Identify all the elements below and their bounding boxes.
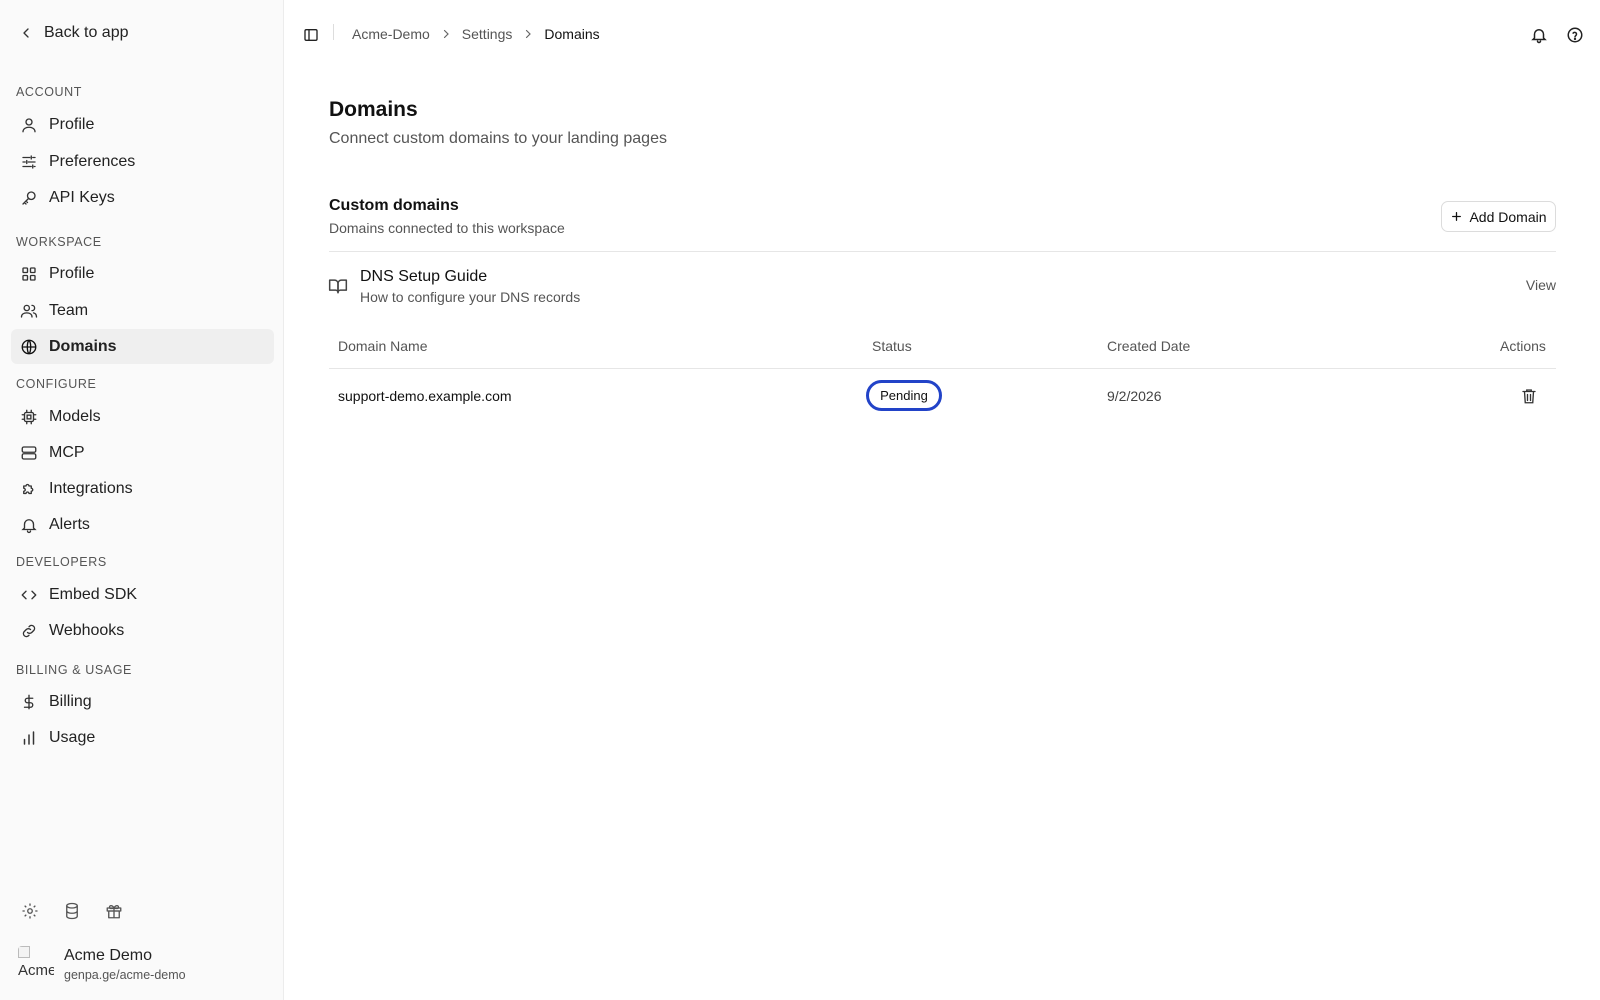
status-label: Pending (880, 388, 928, 403)
bell-icon (19, 515, 39, 535)
puzzle-icon (19, 479, 39, 499)
dns-guide-title: DNS Setup Guide (360, 268, 488, 285)
table-header-status: Status (872, 338, 912, 354)
sliders-icon (19, 152, 39, 172)
sidebar-item-label: Profile (49, 115, 95, 133)
back-to-app-link[interactable]: Back to app (18, 24, 129, 42)
breadcrumb-item-workspace[interactable]: Acme-Demo (352, 26, 430, 42)
custom-domains-title: Custom domains (329, 197, 459, 214)
chevron-left-icon (23, 28, 29, 38)
table-header-created: Created Date (1107, 338, 1191, 354)
sidebar-toggle-icon[interactable] (303, 27, 319, 43)
custom-domains-subtitle: Domains connected to this workspace (329, 220, 565, 236)
topbar-actions (1530, 26, 1584, 44)
toolbar-divider (333, 24, 334, 40)
domain-name-cell: support-demo.example.com (338, 388, 512, 404)
grid-icon (19, 264, 39, 284)
sidebar-item-label: Billing (49, 692, 92, 710)
user-name: Acme Demo (64, 947, 153, 964)
section-label-account: ACCOUNT (16, 85, 83, 99)
avatar-alt-text: Acme (18, 962, 54, 979)
bar-chart-icon (19, 728, 39, 748)
sidebar-item-label: API Keys (49, 188, 115, 206)
sidebar-item-label: MCP (49, 443, 85, 461)
sidebar-item-label: Usage (49, 728, 96, 746)
sidebar-item-alerts[interactable]: Alerts (11, 507, 274, 542)
add-domain-button[interactable]: Add Domain (1441, 201, 1556, 232)
plus-icon (1452, 212, 1462, 221)
avatar: Acme (18, 946, 54, 982)
book-open-icon (328, 279, 348, 294)
section-divider (329, 251, 1556, 252)
breadcrumb: Acme-Demo Settings Domains (352, 26, 600, 42)
key-icon (19, 188, 39, 208)
section-label-configure: CONFIGURE (16, 377, 97, 391)
status-badge[interactable]: Pending (866, 380, 942, 411)
sidebar-item-webhooks[interactable]: Webhooks (11, 613, 274, 648)
add-domain-label: Add Domain (1469, 208, 1547, 225)
sidebar-item-usage[interactable]: Usage (11, 720, 274, 755)
gift-icon[interactable] (104, 901, 124, 921)
database-icon[interactable] (62, 901, 82, 921)
sidebar-item-workspace-profile[interactable]: Profile (11, 256, 274, 291)
sidebar-item-domains[interactable]: Domains (11, 329, 274, 364)
link-icon (19, 621, 39, 641)
created-date-cell: 9/2/2026 (1107, 388, 1162, 404)
server-icon (19, 443, 39, 463)
sidebar-item-embed-sdk[interactable]: Embed SDK (11, 577, 274, 612)
section-label-billing-usage: BILLING & USAGE (16, 663, 132, 677)
sidebar-item-label: Team (49, 301, 89, 319)
sidebar-item-label: Integrations (49, 479, 133, 497)
sidebar-item-account-profile[interactable]: Profile (11, 107, 274, 142)
dollar-icon (19, 692, 39, 712)
help-icon[interactable] (1566, 26, 1584, 44)
bell-icon[interactable] (1530, 26, 1548, 44)
page-title: Domains (329, 98, 418, 121)
cpu-icon (19, 407, 39, 427)
users-icon (19, 301, 39, 321)
sidebar-item-label: Embed SDK (49, 585, 138, 603)
dns-guide-view-link[interactable]: View (1526, 277, 1556, 293)
user-icon (19, 115, 39, 135)
sidebar-item-integrations[interactable]: Integrations (11, 471, 274, 506)
gear-icon[interactable] (20, 901, 40, 921)
user-url: genpa.ge/acme-demo (64, 968, 186, 982)
sidebar-item-team[interactable]: Team (11, 293, 274, 328)
broken-image-icon (18, 946, 30, 958)
table-header-divider (329, 368, 1556, 369)
section-label-developers: DEVELOPERS (16, 555, 107, 569)
code-icon (19, 585, 39, 605)
page-subtitle: Connect custom domains to your landing p… (329, 130, 667, 147)
table-header-actions: Actions (1500, 338, 1546, 354)
sidebar-item-preferences[interactable]: Preferences (11, 144, 274, 179)
back-to-app-label: Back to app (44, 24, 129, 41)
chevron-right-icon (443, 29, 449, 39)
sidebar-item-api-keys[interactable]: API Keys (11, 180, 274, 215)
sidebar: Back to app ACCOUNT Profile Preferences … (0, 0, 284, 1000)
section-label-workspace: WORKSPACE (16, 235, 102, 249)
user-profile[interactable]: Acme Acme Demo genpa.ge/acme-demo (18, 946, 186, 984)
breadcrumb-item-settings[interactable]: Settings (462, 26, 513, 42)
sidebar-item-label: Preferences (49, 152, 136, 170)
sidebar-item-label: Models (49, 407, 101, 425)
sidebar-bottom-icons (20, 901, 124, 921)
sidebar-item-label: Domains (49, 337, 117, 355)
sidebar-item-mcp[interactable]: MCP (11, 435, 274, 470)
breadcrumb-item-current: Domains (544, 26, 600, 42)
trash-icon[interactable] (1520, 386, 1538, 406)
dns-guide-subtitle: How to configure your DNS records (360, 289, 581, 305)
sidebar-item-billing[interactable]: Billing (11, 684, 274, 719)
chevron-right-icon (526, 29, 532, 39)
sidebar-item-label: Webhooks (49, 621, 125, 639)
sidebar-item-label: Profile (49, 264, 95, 282)
sidebar-item-label: Alerts (49, 515, 90, 533)
globe-icon (19, 337, 39, 357)
sidebar-item-models[interactable]: Models (11, 399, 274, 434)
table-header-domain: Domain Name (338, 338, 428, 354)
